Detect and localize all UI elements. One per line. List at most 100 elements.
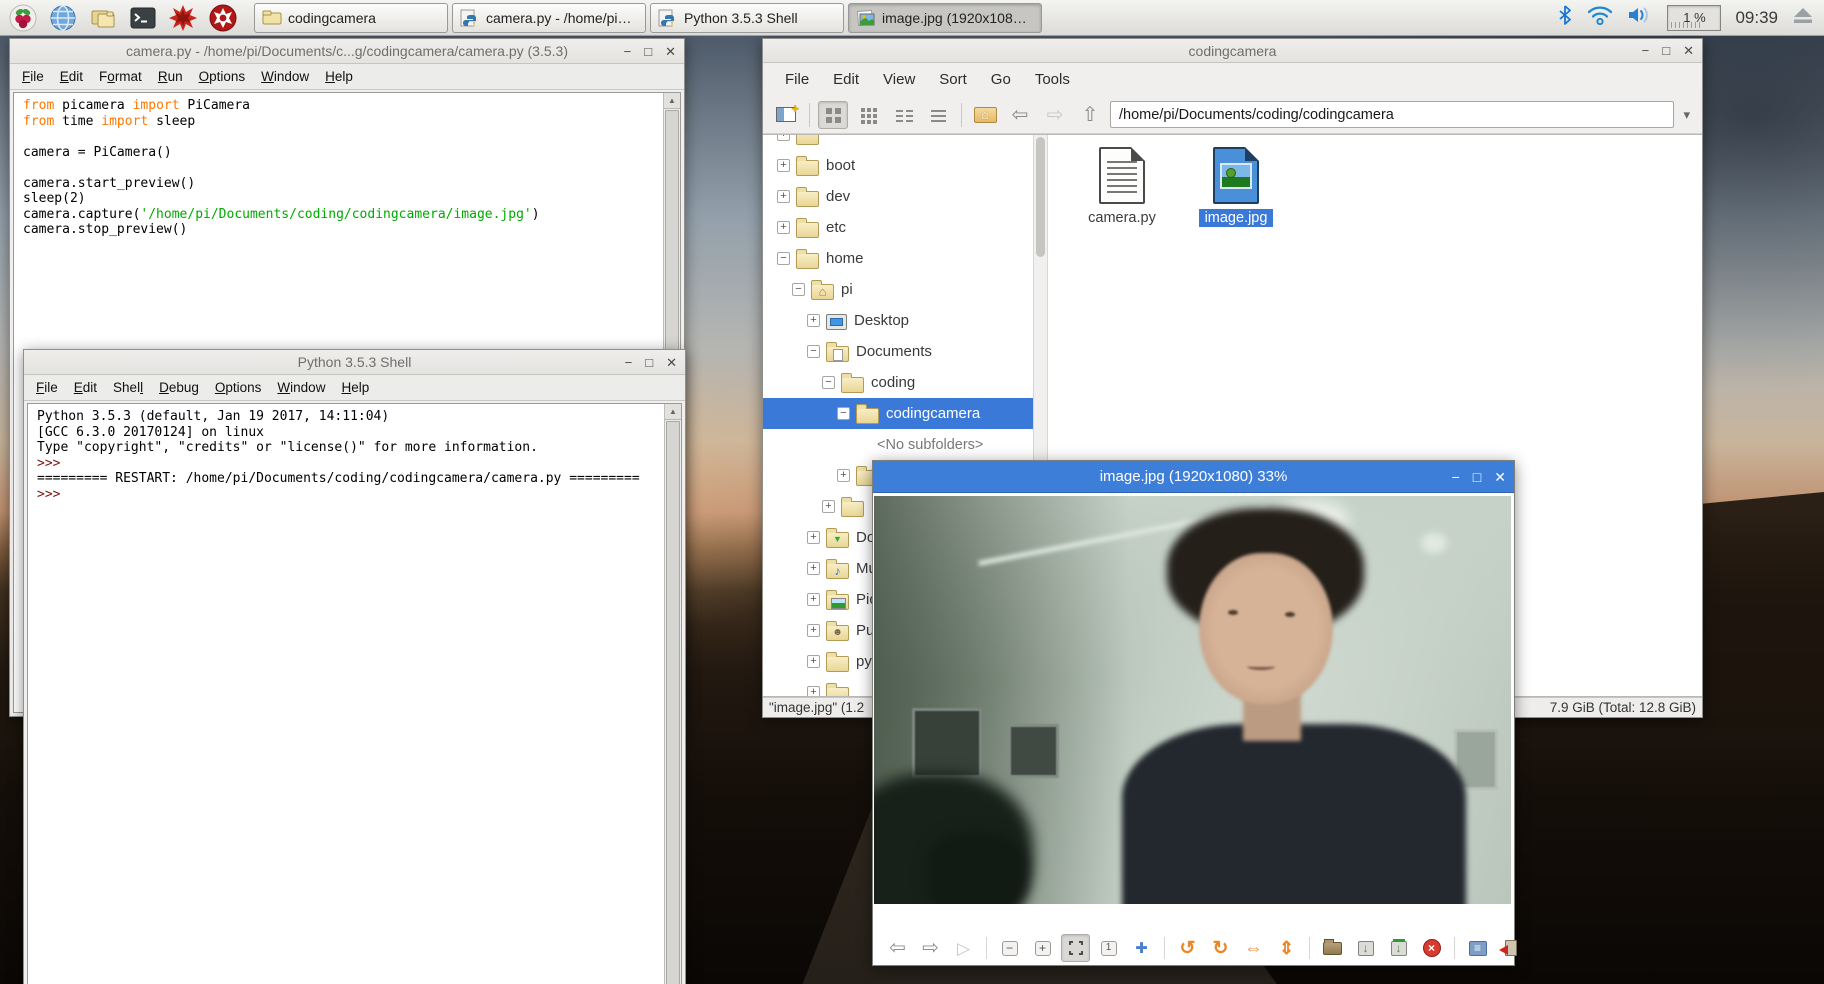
- tree-expander-icon[interactable]: +: [777, 190, 790, 203]
- tree-expander-icon[interactable]: +: [807, 593, 820, 606]
- view-thumbnails-button[interactable]: [853, 101, 883, 129]
- delete-button[interactable]: [1417, 934, 1446, 962]
- close-icon[interactable]: ✕: [665, 45, 676, 58]
- scrollbar-thumb[interactable]: [666, 421, 680, 984]
- tree-expander-icon[interactable]: −: [807, 345, 820, 358]
- tree-expander-icon[interactable]: −: [792, 283, 805, 296]
- open-file-button[interactable]: [1318, 934, 1347, 962]
- tree-row-folder[interactable]: +: [763, 135, 1033, 150]
- save-as-button[interactable]: [1384, 934, 1413, 962]
- view-compact-button[interactable]: [888, 101, 918, 129]
- close-icon[interactable]: ✕: [666, 356, 677, 369]
- menu-edit[interactable]: Edit: [66, 380, 105, 395]
- volume-icon[interactable]: [1627, 5, 1653, 30]
- play-button[interactable]: [949, 934, 978, 962]
- fm-titlebar[interactable]: codingcamera − □ ✕: [763, 39, 1702, 63]
- flip-horizontal-button[interactable]: [1239, 934, 1268, 962]
- menu-sort[interactable]: Sort: [927, 71, 979, 88]
- maximize-icon[interactable]: □: [1473, 470, 1481, 484]
- forward-button[interactable]: [916, 934, 945, 962]
- taskbar-window-button[interactable]: Python 3.5.3 Shell: [650, 2, 844, 33]
- quit-button[interactable]: [1496, 934, 1525, 962]
- bluetooth-icon[interactable]: [1557, 4, 1573, 31]
- back-button[interactable]: [883, 934, 912, 962]
- maximize-icon[interactable]: □: [644, 45, 652, 58]
- menu-help[interactable]: Help: [317, 69, 361, 84]
- minimize-icon[interactable]: −: [625, 356, 633, 369]
- scrollbar-up-icon[interactable]: ▲: [665, 404, 681, 420]
- tree-row-boot[interactable]: + boot: [763, 150, 1033, 181]
- menu-options[interactable]: Options: [191, 69, 254, 84]
- menu-edit[interactable]: Edit: [52, 69, 91, 84]
- minimize-icon[interactable]: −: [1452, 470, 1460, 484]
- tree-expander-icon[interactable]: −: [777, 252, 790, 265]
- tree-row-Documents[interactable]: − Documents: [763, 336, 1033, 367]
- minimize-icon[interactable]: −: [624, 45, 632, 58]
- tree-expander-icon[interactable]: +: [807, 562, 820, 575]
- shell-scrollbar[interactable]: ▲: [664, 404, 681, 984]
- tree-row-pi[interactable]: − pi: [763, 274, 1033, 305]
- close-icon[interactable]: ✕: [1494, 470, 1506, 484]
- home-button[interactable]: [970, 101, 1000, 129]
- clock[interactable]: 09:39: [1735, 8, 1778, 28]
- mathematica-icon[interactable]: [168, 3, 198, 33]
- close-icon[interactable]: ✕: [1683, 44, 1694, 57]
- view-icons-button[interactable]: [818, 100, 848, 129]
- maximize-icon[interactable]: □: [1662, 44, 1670, 57]
- menu-file[interactable]: File: [28, 380, 66, 395]
- tree-expander-icon[interactable]: +: [807, 655, 820, 668]
- editor-titlebar[interactable]: camera.py - /home/pi/Documents/c...g/cod…: [10, 39, 684, 64]
- tree-expander-icon[interactable]: +: [837, 469, 850, 482]
- tree-row-codingcamera[interactable]: − codingcamera: [763, 398, 1033, 429]
- zoom-fit-button[interactable]: [1061, 934, 1090, 962]
- preferences-button[interactable]: [1463, 934, 1492, 962]
- path-dropdown-icon[interactable]: ▾: [1679, 107, 1694, 123]
- tree-expander-icon[interactable]: +: [822, 500, 835, 513]
- menu-file[interactable]: File: [773, 71, 821, 88]
- tree-expander-icon[interactable]: +: [807, 624, 820, 637]
- flip-vertical-button[interactable]: [1272, 934, 1301, 962]
- tree-expander-icon[interactable]: −: [837, 407, 850, 420]
- file-camera.py[interactable]: camera.py: [1070, 147, 1174, 227]
- back-button[interactable]: ⇦: [1005, 101, 1035, 129]
- view-detailed-button[interactable]: [923, 101, 953, 129]
- menu-run[interactable]: Run: [150, 69, 191, 84]
- menu-debug[interactable]: Debug: [151, 380, 207, 395]
- zoom-in-button[interactable]: [1028, 934, 1057, 962]
- rotate-ccw-button[interactable]: [1173, 934, 1202, 962]
- minimize-icon[interactable]: −: [1642, 44, 1650, 57]
- eject-icon[interactable]: [1792, 5, 1814, 30]
- path-input[interactable]: [1110, 101, 1675, 128]
- tree-row-coding[interactable]: − coding: [763, 367, 1033, 398]
- tree-expander-icon[interactable]: −: [822, 376, 835, 389]
- tree-row-Desktop[interactable]: + Desktop: [763, 305, 1033, 336]
- zoom-out-button[interactable]: [995, 934, 1024, 962]
- scrollbar-thumb[interactable]: [1036, 137, 1045, 257]
- file-manager-icon[interactable]: [88, 3, 118, 33]
- tree-expander-icon[interactable]: +: [807, 686, 820, 696]
- menu-view[interactable]: View: [871, 71, 927, 88]
- web-browser-icon[interactable]: [48, 3, 78, 33]
- menu-help[interactable]: Help: [333, 380, 377, 395]
- taskbar-window-button[interactable]: codingcamera: [254, 2, 448, 33]
- wifi-icon[interactable]: [1587, 5, 1613, 30]
- menu-window[interactable]: Window: [253, 69, 317, 84]
- menu-shell[interactable]: Shell: [105, 380, 151, 395]
- viewer-titlebar[interactable]: image.jpg (1920x1080) 33% − □ ✕: [873, 461, 1514, 493]
- new-tab-button[interactable]: [771, 101, 801, 129]
- shell-titlebar[interactable]: Python 3.5.3 Shell − □ ✕: [24, 350, 685, 375]
- menu-tools[interactable]: Tools: [1023, 71, 1082, 88]
- rotate-cw-button[interactable]: [1206, 934, 1235, 962]
- menu-window[interactable]: Window: [269, 380, 333, 395]
- terminal-icon[interactable]: [128, 3, 158, 33]
- wolfram-icon[interactable]: [208, 3, 238, 33]
- save-button[interactable]: [1351, 934, 1380, 962]
- tree-expander-icon[interactable]: +: [807, 531, 820, 544]
- raspberry-menu-icon[interactable]: [8, 3, 38, 33]
- tree-expander-icon[interactable]: +: [777, 159, 790, 172]
- taskbar-window-button[interactable]: image.jpg (1920x108…: [848, 2, 1042, 33]
- menu-go[interactable]: Go: [979, 71, 1023, 88]
- fullscreen-button[interactable]: [1127, 934, 1156, 962]
- scrollbar-up-icon[interactable]: ▲: [664, 93, 680, 109]
- tree-row-home[interactable]: − home: [763, 243, 1033, 274]
